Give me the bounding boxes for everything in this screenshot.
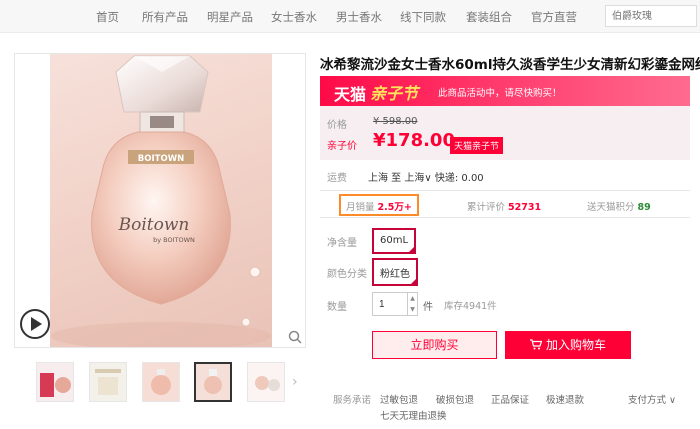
promo-logo-event: 亲子节 [370, 84, 419, 103]
monthly-sales: 月销量 2.5万+ [346, 199, 412, 213]
top-nav: 首页 所有产品 明星产品 女士香水 男士香水 线下同款 套装组合 官方直营 [0, 0, 700, 33]
product-photo: BOITOWN Boitown by BOITOWN [50, 54, 272, 347]
quantity-unit: 件 [423, 302, 433, 313]
chevron-down-icon[interactable]: ▼ [408, 304, 417, 315]
promo-logo-tmall: 天猫 [334, 85, 367, 104]
service-item[interactable]: 七天无理由退换 [380, 408, 447, 422]
volume-label: 净含量 [327, 238, 357, 249]
thumbnail-active[interactable] [194, 362, 232, 402]
volume-option-60ml[interactable]: 60mL [372, 228, 417, 254]
buy-now-button[interactable]: 立即购买 [372, 331, 497, 359]
promo-banner: 天猫 亲子节 此商品活动中，请尽快购买！ [320, 76, 690, 106]
price-box: 价格 ¥ 598.00 亲子价 ¥178.00 天猫亲子节 [320, 106, 690, 160]
nav-item-men-perfume[interactable]: 男士香水 [336, 9, 382, 25]
event-badge: 天猫亲子节 [450, 137, 504, 154]
chevron-right-icon[interactable]: › [292, 374, 308, 390]
nav-item-home[interactable]: 首页 [96, 9, 119, 25]
nav-item-offline-same[interactable]: 线下同款 [400, 9, 446, 25]
bottle-brand-text: BOITOWN [138, 154, 184, 164]
nav-item-all-products[interactable]: 所有产品 [142, 9, 188, 25]
bottle-script-text: Boitown [118, 215, 190, 235]
add-to-cart-button[interactable]: 加入购物车 [505, 331, 631, 359]
search-input[interactable] [605, 5, 697, 27]
service-label: 服务承诺 [333, 395, 372, 406]
thumbnail[interactable] [247, 362, 285, 402]
sale-price-label: 亲子价 [327, 141, 357, 152]
quantity-label: 数量 [327, 302, 347, 313]
main-product-image[interactable]: BOITOWN Boitown by BOITOWN [14, 53, 306, 348]
original-price: ¥ 598.00 [373, 116, 418, 127]
thumbnail[interactable] [142, 362, 180, 402]
perfume-bottle-illustration: BOITOWN Boitown by BOITOWN [51, 55, 271, 347]
chevron-up-icon[interactable]: ▲ [408, 293, 417, 304]
sales-stats: 月销量 2.5万+ 累计评价 52731 送天猫积分 89 [320, 190, 690, 218]
thumbnail[interactable] [89, 362, 127, 402]
color-label: 颜色分类 [327, 269, 367, 280]
review-count[interactable]: 累计评价 52731 [467, 199, 541, 213]
price-label: 价格 [327, 120, 347, 131]
shipping-label: 运费 [327, 173, 347, 184]
review-count-label: 累计评价 [467, 202, 506, 213]
nav-item-women-perfume[interactable]: 女士香水 [271, 9, 317, 25]
service-item[interactable]: 极速退款 [546, 392, 584, 406]
service-item[interactable]: 破损包退 [436, 392, 474, 406]
product-title: 冰希黎流沙金女士香水60ml持久淡香学生少女清新幻彩鎏金网红香水 [320, 57, 700, 73]
shipping-row: 运费 上海 至 上海∨ 快递: 0.00 [320, 166, 690, 186]
cart-icon [529, 339, 542, 350]
stock-count: 库存4941件 [444, 301, 497, 312]
service-item[interactable]: 正品保证 [491, 392, 529, 406]
quantity-stepper[interactable]: ▲ ▼ [408, 292, 418, 316]
review-count-value: 52731 [508, 202, 542, 213]
monthly-sales-value: 2.5万+ [377, 202, 412, 213]
tmall-points: 送天猫积分 89 [587, 199, 651, 213]
color-option-pink[interactable]: 粉红色 [372, 258, 418, 286]
service-item[interactable]: 过敏包退 [380, 392, 418, 406]
quantity-input[interactable] [372, 292, 408, 316]
nav-item-official-store[interactable]: 官方直营 [531, 9, 577, 25]
tmall-points-label: 送天猫积分 [587, 202, 635, 213]
bottle-sub-text: by BOITOWN [153, 236, 195, 244]
sale-price: ¥178.00 [373, 130, 455, 151]
zoom-icon[interactable] [288, 330, 302, 344]
payment-methods[interactable]: 支付方式 ∨ [628, 392, 676, 406]
nav-item-sets[interactable]: 套装组合 [466, 9, 512, 25]
shipping-value[interactable]: 上海 至 上海∨ 快递: 0.00 [368, 169, 484, 184]
add-to-cart-label: 加入购物车 [545, 338, 606, 352]
promo-text: 此商品活动中，请尽快购买！ [438, 88, 562, 99]
thumbnail[interactable] [36, 362, 74, 402]
tmall-points-value: 89 [637, 202, 651, 213]
nav-item-star-products[interactable]: 明星产品 [207, 9, 253, 25]
video-play-button[interactable] [20, 309, 50, 339]
monthly-sales-label: 月销量 [346, 202, 375, 213]
